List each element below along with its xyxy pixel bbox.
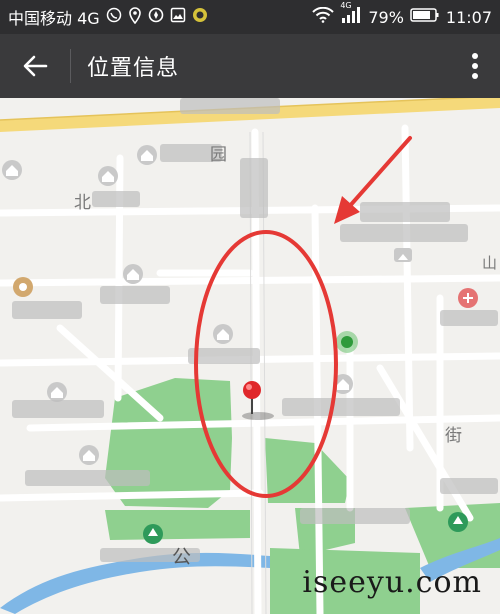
poi-icon	[394, 248, 412, 262]
app-bar: 位置信息	[0, 34, 500, 98]
watermark: iseeyu.com	[302, 565, 482, 600]
poi-icon	[137, 145, 157, 165]
status-bar: 中国移动 4G 4G 79% 11:07	[0, 0, 500, 34]
map-label: 园	[210, 145, 227, 165]
more-vertical-icon	[472, 53, 478, 79]
poi-icon	[143, 524, 163, 544]
battery-icon	[410, 7, 440, 27]
app-badge-icon	[192, 7, 208, 27]
poi-icon	[123, 264, 143, 284]
wifi-icon	[312, 6, 335, 27]
poi-icon	[448, 512, 468, 532]
hd-call-icon	[106, 7, 122, 27]
map-label: 北	[74, 193, 91, 213]
page-title: 位置信息	[87, 56, 180, 81]
poi-icon	[79, 445, 99, 465]
clock: 11:07	[445, 7, 492, 27]
poi-icon	[213, 324, 233, 344]
compass-icon	[148, 7, 164, 27]
back-button[interactable]	[0, 34, 70, 98]
map-label: 山	[482, 254, 497, 272]
poi-icon	[2, 160, 22, 180]
carrier-label: 中国移动 4G	[8, 9, 100, 28]
map-view[interactable]: 园 北 山 街 公 iseeyu.com	[0, 98, 500, 614]
network-badge: 4G	[340, 1, 352, 10]
back-arrow-icon	[23, 55, 48, 77]
app-bar-divider	[70, 49, 71, 83]
poi-icon	[13, 277, 33, 297]
location-icon	[128, 6, 142, 28]
park-area	[105, 510, 250, 540]
park-area	[105, 378, 232, 508]
poi-icon	[336, 331, 358, 353]
poi-icon	[98, 166, 118, 186]
more-options-button[interactable]	[450, 34, 500, 98]
signal-icon: 4G	[340, 1, 362, 27]
poi-icon	[458, 288, 478, 308]
battery-percent: 79%	[368, 7, 404, 27]
map-label: 街	[445, 426, 462, 446]
gallery-icon	[170, 7, 186, 27]
map-label: 公	[172, 546, 191, 568]
poi-icon	[47, 382, 67, 402]
